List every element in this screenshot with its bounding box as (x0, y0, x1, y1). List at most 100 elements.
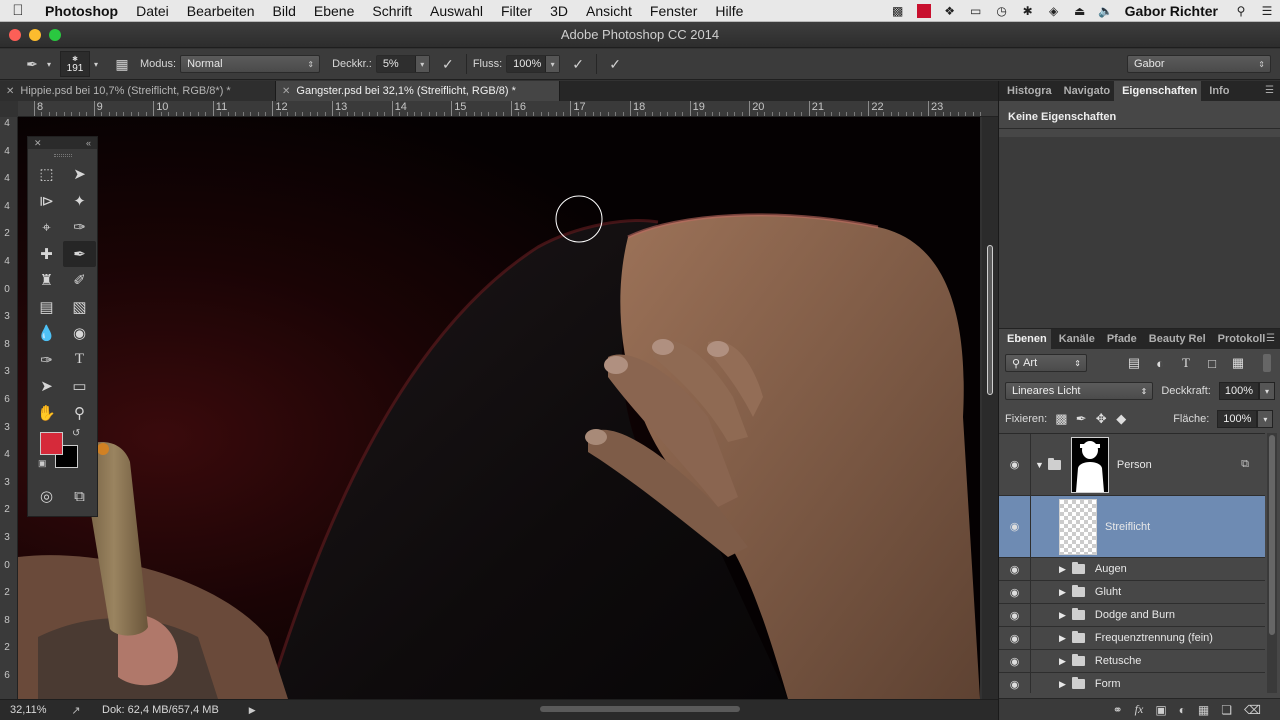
swap-colors-icon[interactable]: ↺ (72, 428, 80, 439)
flow-input[interactable]: 100% ▾ (506, 55, 561, 73)
layer-style-fx-icon[interactable]: fx (1135, 702, 1144, 717)
workspace-select[interactable]: Gabor ⇕ (1127, 55, 1271, 73)
app-status-icon[interactable] (911, 3, 937, 19)
document-canvas[interactable] (18, 117, 980, 699)
display-icon[interactable]: ▩ (885, 3, 911, 19)
tab-histogramm[interactable]: Histogra (999, 81, 1056, 101)
tab-kanaele[interactable]: Kanäle (1051, 329, 1099, 349)
filter-pixel-icon[interactable]: ▤ (1125, 355, 1143, 371)
tab-beauty-retusche[interactable]: Beauty Rel (1141, 329, 1210, 349)
history-brush-tool-icon[interactable]: ✐ (63, 267, 96, 294)
menu-ebene[interactable]: Ebene (305, 3, 363, 19)
menubar-user[interactable]: Gabor Richter (1119, 3, 1228, 19)
visibility-eye-icon[interactable]: ◉ (999, 627, 1031, 649)
dropbox-icon[interactable]: ❖ (937, 3, 963, 19)
layers-scrollbar[interactable] (1267, 433, 1277, 693)
brush-picker-arrow-icon[interactable]: ▾ (90, 53, 102, 75)
dodge-tool-icon[interactable]: ◉ (63, 320, 96, 347)
notification-center-icon[interactable]: ☰ (1254, 3, 1280, 19)
blend-mode-select[interactable]: Lineares Licht ⇕ (1005, 382, 1154, 400)
menu-fenster[interactable]: Fenster (641, 3, 706, 19)
menu-hilfe[interactable]: Hilfe (706, 3, 752, 19)
visibility-eye-icon[interactable]: ◉ (999, 650, 1031, 672)
layer-mask-thumbnail[interactable] (1070, 436, 1109, 493)
menu-auswahl[interactable]: Auswahl (421, 3, 492, 19)
window-zoom-button[interactable] (49, 29, 61, 41)
visibility-eye-icon[interactable]: ◉ (999, 604, 1031, 626)
lock-transparent-pixels-icon[interactable]: ▩ (1055, 411, 1067, 427)
move-tool-icon[interactable]: ➤ (63, 161, 96, 188)
brush-panel-toggle-icon[interactable]: ▦ (110, 53, 134, 75)
dropdown-arrow-icon[interactable]: ▾ (1259, 382, 1275, 400)
filter-type-icon[interactable]: T (1177, 355, 1195, 371)
eraser-tool-icon[interactable]: ▤ (30, 294, 63, 321)
visibility-eye-icon[interactable]: ◉ (999, 673, 1031, 693)
healing-brush-tool-icon[interactable]: ✚ (30, 241, 63, 268)
tab-close-icon[interactable]: ✕ (6, 86, 14, 97)
layer-row-streiflicht[interactable]: ◉ Streiflicht (999, 496, 1265, 558)
group-expand-arrow-icon[interactable]: ▶ (1059, 610, 1066, 621)
wifi-icon[interactable]: ◈ (1041, 3, 1067, 19)
window-close-button[interactable] (9, 29, 21, 41)
spotlight-search-icon[interactable]: ⚲ (1228, 3, 1254, 19)
apple-menu-icon[interactable]:  (0, 2, 36, 19)
tab-hippie[interactable]: ✕ Hippie.psd bei 10,7% (Streiflicht, RGB… (0, 81, 276, 101)
layer-opacity-input[interactable]: 100% ▾ (1218, 382, 1275, 400)
tools-panel-header[interactable]: ✕ « (28, 137, 97, 149)
layer-filter-kind-select[interactable]: ⚲ Art ⇕ (1005, 354, 1087, 372)
tab-eigenschaften[interactable]: Eigenschaften (1114, 81, 1202, 101)
eyedropper-tool-icon[interactable]: ✑ (63, 214, 96, 241)
group-expand-arrow-icon[interactable]: ▼ (1035, 460, 1044, 470)
menu-3d[interactable]: 3D (541, 3, 577, 19)
tool-preset-dropdown-icon[interactable]: ▾ (44, 53, 54, 75)
share-icon[interactable]: ↗ (56, 704, 96, 717)
foreground-color-swatch[interactable] (40, 432, 63, 455)
scrollbar-thumb[interactable] (987, 245, 993, 395)
brush-tool-preset-icon[interactable]: ✒ (20, 53, 44, 75)
filter-smart-object-icon[interactable]: ▦ (1229, 355, 1247, 371)
layer-row-retusche[interactable]: ◉ ▶ Retusche (999, 650, 1265, 673)
tab-protokoll[interactable]: Protokoll (1210, 329, 1270, 349)
tab-info[interactable]: Info (1201, 81, 1233, 101)
pen-tool-icon[interactable]: ✑ (30, 347, 63, 374)
layer-row-gluht[interactable]: ◉ ▶ Gluht (999, 581, 1265, 604)
screen-mode-icon[interactable]: ⧉ (63, 484, 96, 508)
group-expand-arrow-icon[interactable]: ▶ (1059, 633, 1066, 644)
layer-row-dodge-and-burn[interactable]: ◉ ▶ Dodge and Burn (999, 604, 1265, 627)
airbrush-icon[interactable]: ✓ (566, 53, 590, 75)
window-minimize-button[interactable] (29, 29, 41, 41)
zoom-level[interactable]: 32,11% (0, 704, 56, 716)
airplay-icon[interactable]: ▭ (963, 3, 989, 19)
panel-menu-icon[interactable]: ☰ (1265, 85, 1274, 96)
group-expand-arrow-icon[interactable]: ▶ (1059, 564, 1066, 575)
marquee-tool-icon[interactable]: ⬚ (30, 161, 63, 188)
layer-fill-input[interactable]: 100% ▾ (1217, 410, 1274, 428)
lock-position-icon[interactable]: ✥ (1095, 411, 1107, 427)
scrollbar-thumb[interactable] (1269, 435, 1275, 635)
flow-dropdown-icon[interactable]: ▾ (545, 56, 560, 72)
menu-datei[interactable]: Datei (127, 3, 178, 19)
layer-row-augen[interactable]: ◉ ▶ Augen (999, 558, 1265, 581)
eject-icon[interactable]: ⏏ (1067, 3, 1093, 19)
volume-icon[interactable]: 🔈 (1093, 3, 1119, 19)
tab-pfade[interactable]: Pfade (1099, 329, 1141, 349)
gradient-tool-icon[interactable]: ▧ (63, 294, 96, 321)
layer-thumbnail[interactable] (1059, 498, 1097, 555)
opacity-input[interactable]: 5% ▾ (375, 55, 430, 73)
visibility-eye-icon[interactable]: ◉ (999, 496, 1031, 557)
bluetooth-icon[interactable]: ✱ (1015, 3, 1041, 19)
filter-shape-icon[interactable]: □ (1203, 356, 1221, 371)
doc-size-info[interactable]: Dok: 62,4 MB/657,4 MB (102, 704, 219, 716)
close-icon[interactable]: ✕ (34, 138, 42, 149)
link-layers-icon[interactable]: ⚭ (1113, 703, 1123, 717)
status-menu-arrow-icon[interactable]: ▶ (249, 705, 256, 716)
menu-ansicht[interactable]: Ansicht (577, 3, 641, 19)
default-colors-icon[interactable]: ▣ (38, 458, 47, 469)
tab-navigator[interactable]: Navigato (1056, 81, 1114, 101)
menu-app-photoshop[interactable]: Photoshop (36, 3, 127, 19)
zoom-tool-icon[interactable]: ⚲ (63, 400, 96, 427)
panel-grip[interactable] (28, 149, 97, 161)
group-expand-arrow-icon[interactable]: ▶ (1059, 587, 1066, 598)
dropdown-arrow-icon[interactable]: ▾ (1257, 410, 1274, 428)
pressure-size-icon[interactable]: ✓ (603, 53, 627, 75)
